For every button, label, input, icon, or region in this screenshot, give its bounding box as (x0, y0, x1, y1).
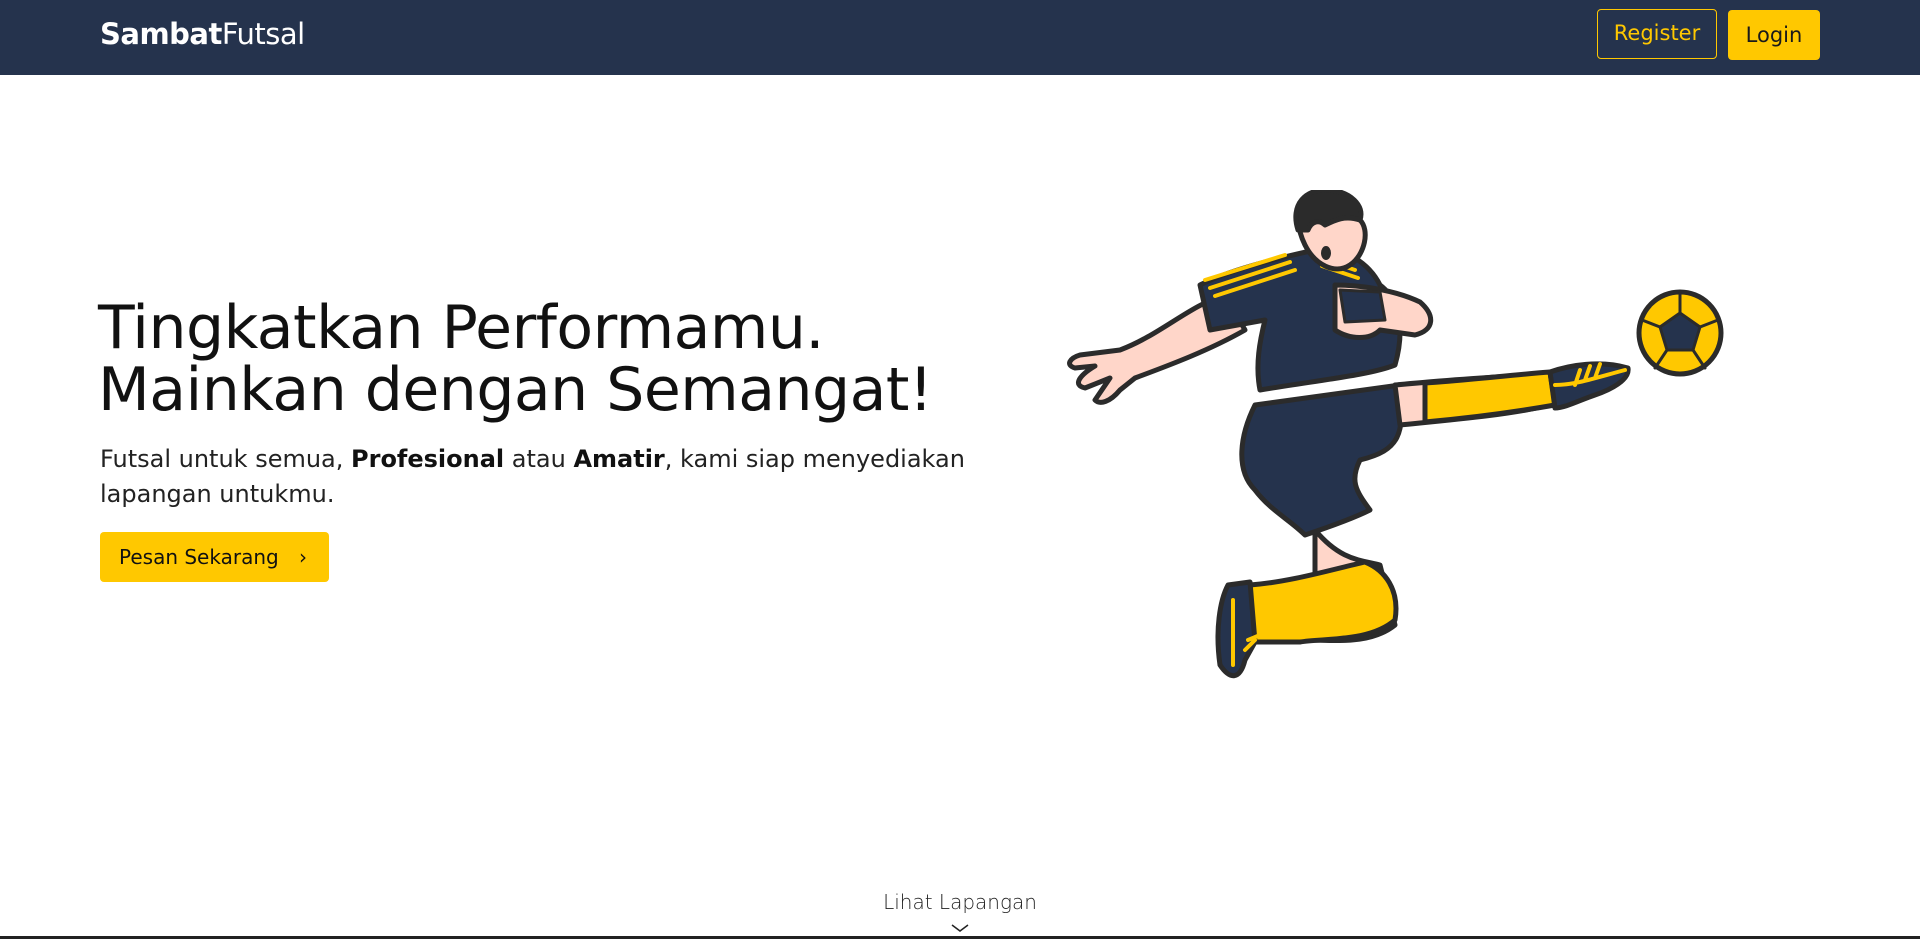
hero-title-line-1: Tingkatkan Performamu. (98, 293, 824, 363)
see-courts-link[interactable]: Lihat Lapangan (0, 890, 1920, 932)
book-now-button[interactable]: Pesan Sekarang › (100, 532, 329, 582)
hero-subtitle-professional: Profesional (351, 445, 505, 473)
hero-subtitle-part-2: atau (504, 445, 574, 473)
brand-name-bold: Sambat (100, 17, 222, 51)
hero-subtitle: Futsal untuk semua, Profesional atau Ama… (100, 442, 1000, 512)
book-now-label: Pesan Sekarang (119, 545, 279, 569)
hero-title: Tingkatkan Performamu. Mainkan dengan Se… (98, 297, 998, 421)
hero-subtitle-amateur: Amatir (573, 445, 665, 473)
brand-logo[interactable]: SambatFutsal (100, 16, 305, 52)
see-courts-label: Lihat Lapangan (883, 890, 1037, 914)
hero-title-line-2: Mainkan dengan Semangat! (98, 355, 933, 425)
chevron-right-icon: › (299, 545, 307, 569)
brand-name-light: Futsal (221, 17, 305, 51)
navbar: SambatFutsal Register Login (0, 0, 1920, 75)
register-button[interactable]: Register (1597, 9, 1717, 59)
hero-subtitle-part-1: Futsal untuk semua, (100, 445, 352, 473)
login-button[interactable]: Login (1728, 10, 1820, 60)
futsal-player-illustration (1067, 190, 1724, 679)
chevron-down-icon (0, 914, 1920, 932)
